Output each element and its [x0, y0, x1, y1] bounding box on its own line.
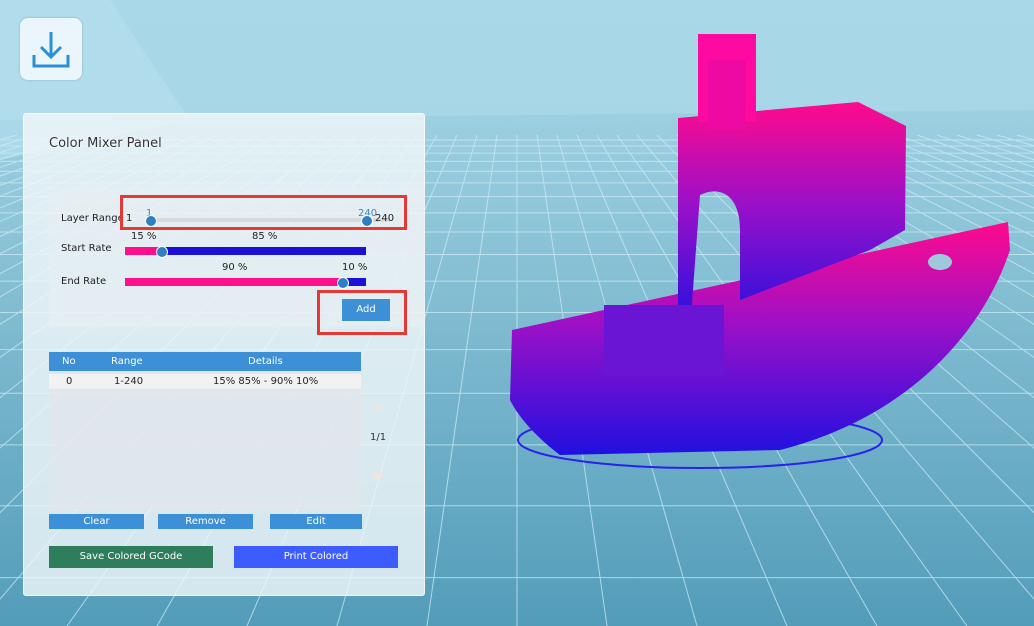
end-rate-label: End Rate: [61, 276, 107, 287]
page-down-icon[interactable]: [372, 474, 384, 480]
layer-range-highlight: [120, 195, 407, 230]
end-rate-left-percent: 90 %: [222, 262, 248, 273]
col-range: Range: [111, 356, 143, 367]
save-colored-gcode-button[interactable]: Save Colored GCode: [49, 546, 213, 568]
download-icon: [32, 32, 70, 68]
row-no: 0: [66, 376, 73, 387]
page-up-icon[interactable]: [372, 404, 384, 410]
start-rate-bar-right[interactable]: [161, 247, 366, 255]
col-details: Details: [248, 356, 283, 367]
edit-button[interactable]: Edit: [270, 514, 362, 529]
remove-button[interactable]: Remove: [158, 514, 253, 529]
start-rate-right-percent: 85 %: [252, 231, 278, 242]
start-rate-left-percent: 15 %: [131, 231, 157, 242]
row-range: 1-240: [114, 376, 144, 387]
panel-title: Color Mixer Panel: [49, 136, 162, 151]
layer-range-label: Layer Range: [61, 213, 124, 224]
col-no: No: [62, 356, 76, 367]
end-rate-right-percent: 10 %: [342, 262, 368, 273]
color-mixer-panel: Color Mixer Panel Layer Range 1 1 240 24…: [23, 113, 425, 596]
end-rate-bar-left[interactable]: [125, 278, 342, 286]
add-button-highlight: [317, 290, 407, 335]
start-rate-label: Start Rate: [61, 243, 112, 254]
row-details: 15% 85% - 90% 10%: [213, 376, 319, 387]
start-rate-handle[interactable]: [156, 246, 168, 258]
page-indicator: 1/1: [370, 432, 387, 443]
segments-table-header: No Range Details: [49, 352, 361, 371]
end-rate-handle[interactable]: [337, 277, 349, 289]
clear-button[interactable]: Clear: [49, 514, 144, 529]
segments-table-body: 0 1-240 15% 85% - 90% 10%: [49, 371, 361, 509]
download-button[interactable]: [20, 18, 82, 80]
table-row[interactable]: 0 1-240 15% 85% - 90% 10%: [49, 374, 361, 389]
print-colored-button[interactable]: Print Colored: [234, 546, 398, 568]
